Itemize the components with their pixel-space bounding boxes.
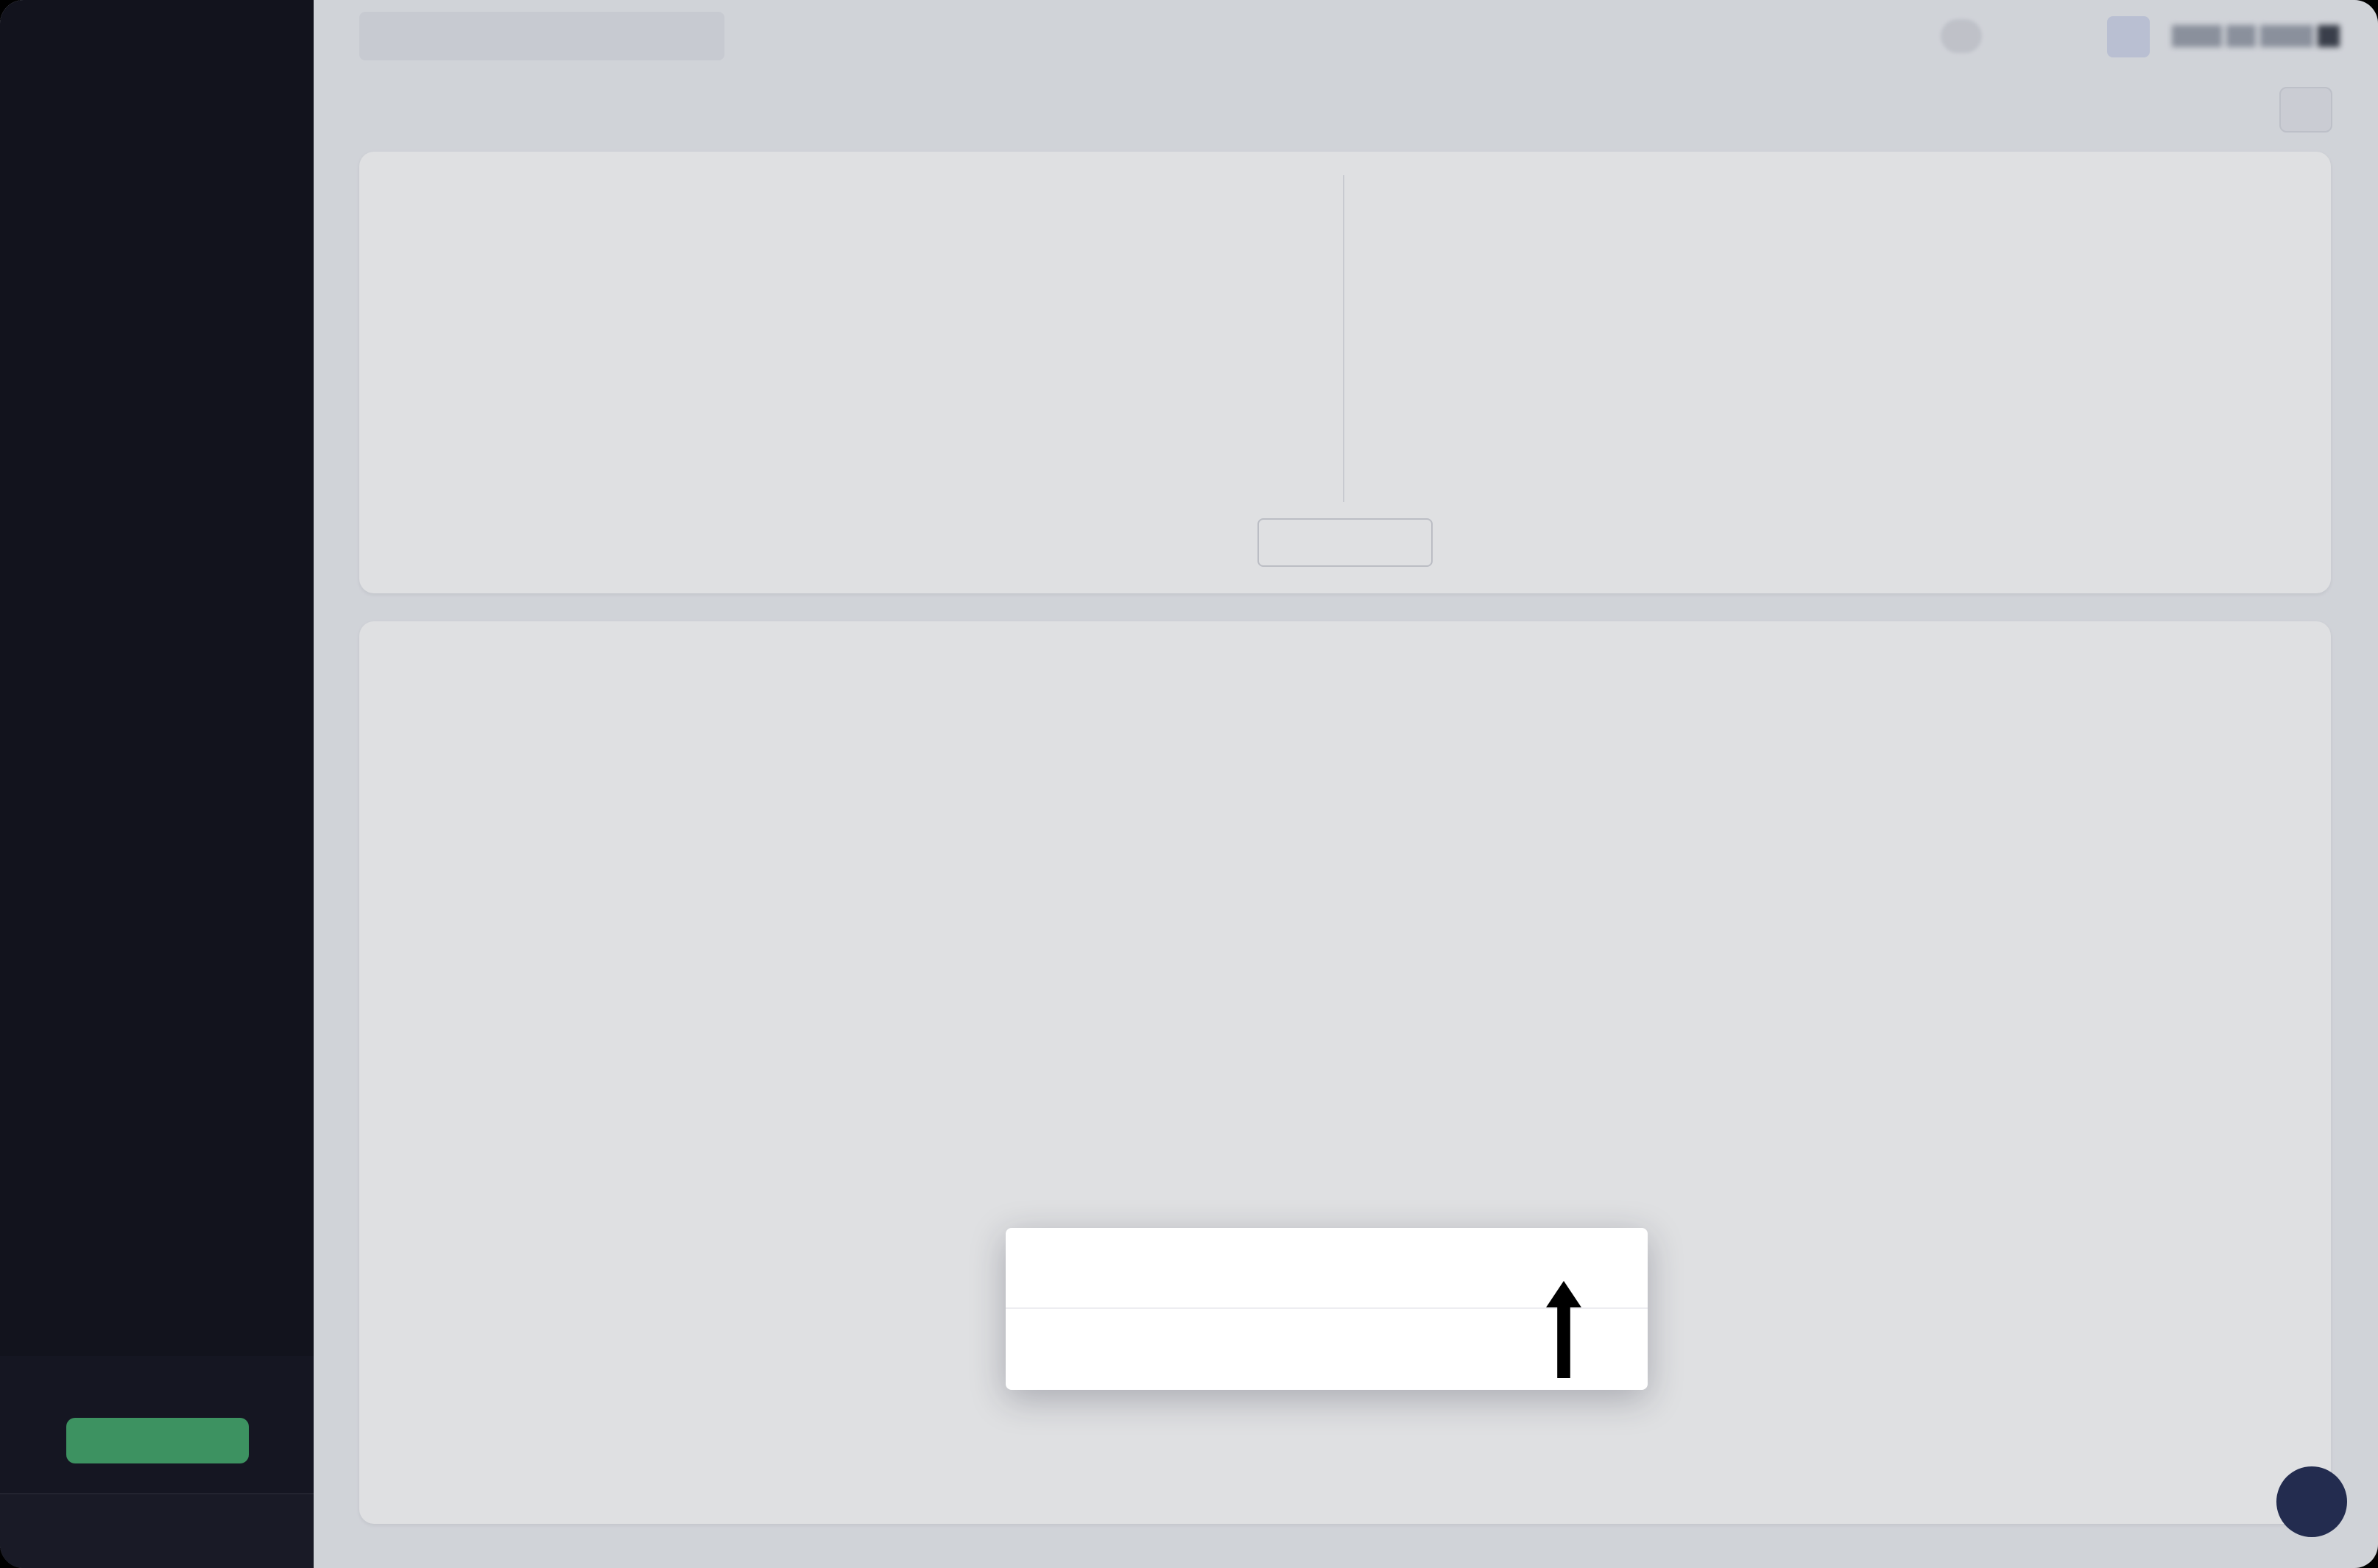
tenant-settings-icon bbox=[37, 1288, 66, 1318]
brand bbox=[0, 0, 314, 24]
app-version bbox=[0, 24, 314, 47]
tutorial-highlight-box bbox=[1006, 1228, 1648, 1390]
cluster-profiles-panel bbox=[1657, 648, 2281, 704]
search-fab[interactable] bbox=[2276, 1466, 2347, 1537]
avatar bbox=[2318, 25, 2340, 47]
topbar bbox=[314, 0, 2378, 72]
sidebar-item-tenant-settings[interactable] bbox=[0, 1262, 314, 1344]
upsell-text bbox=[15, 1374, 299, 1397]
usage-counter bbox=[1941, 19, 1982, 53]
more-details-button[interactable] bbox=[1257, 518, 1433, 567]
topbar-right bbox=[1941, 0, 2340, 72]
memory-usage-ring bbox=[1891, 175, 2126, 411]
metrics-card bbox=[359, 152, 2331, 593]
cpu-usage-ring bbox=[1549, 175, 1785, 411]
sidebar-footer bbox=[0, 1493, 314, 1568]
cluster-profiles-title bbox=[1659, 668, 2281, 691]
app-window bbox=[0, 0, 2378, 1568]
breadcrumb bbox=[749, 0, 794, 72]
cpu-gauge bbox=[555, 194, 805, 445]
divider bbox=[1343, 175, 1344, 502]
sidebar bbox=[0, 0, 314, 1568]
project-selector-dropdown[interactable] bbox=[359, 12, 724, 60]
upsell-banner bbox=[0, 1356, 314, 1493]
sidebar-bottom bbox=[0, 1262, 314, 1568]
redacted-user-info bbox=[2172, 25, 2340, 47]
help-icon[interactable] bbox=[2056, 21, 2085, 51]
chat-icon[interactable] bbox=[2004, 21, 2033, 51]
settings-button[interactable] bbox=[2279, 87, 2332, 133]
tabbar bbox=[314, 72, 2378, 147]
main-area bbox=[314, 0, 2378, 1568]
docs-button[interactable] bbox=[2107, 15, 2150, 57]
pointer-arrow-icon bbox=[1546, 1281, 1581, 1378]
memory-gauge bbox=[897, 194, 1147, 445]
upgrade-now-button[interactable] bbox=[66, 1418, 248, 1463]
